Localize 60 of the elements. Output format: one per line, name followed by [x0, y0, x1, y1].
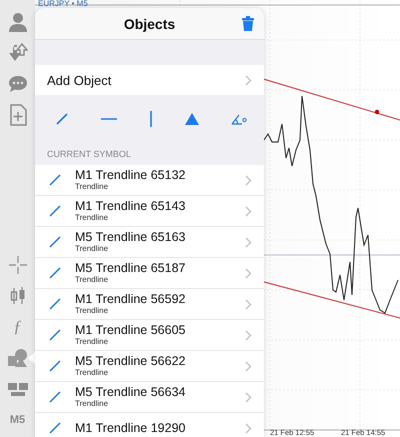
horizontal-line-tool-icon[interactable] — [101, 117, 117, 121]
object-list-item[interactable]: M5 Trendline 65187 Trendline — [35, 258, 264, 289]
chevron-icon — [245, 206, 252, 216]
object-list-item[interactable]: M1 Trendline 65143 Trendline — [35, 196, 264, 227]
object-type: Trendline — [75, 306, 110, 316]
object-name: M5 Trendline 65163 — [75, 230, 186, 244]
chevron-icon — [245, 330, 252, 340]
object-type: Trendline — [75, 244, 110, 254]
chevron-icon — [245, 268, 252, 278]
object-name: M1 Trendline 65143 — [75, 199, 186, 213]
object-type: Trendline — [75, 213, 110, 223]
trendline-icon — [49, 267, 61, 279]
object-type: Trendline — [75, 275, 110, 285]
shapes-icon[interactable] — [6, 348, 28, 368]
object-list-item[interactable]: M5 Trendline 65163 Trendline — [35, 227, 264, 258]
trendline-icon — [49, 329, 61, 341]
trendline-icon — [49, 174, 61, 186]
object-type: Trendline — [75, 337, 110, 347]
trendline-icon — [49, 298, 61, 310]
chevron-icon — [245, 422, 252, 434]
symbol-label: EURJPY • M5 — [38, 0, 88, 8]
chevron-icon — [245, 298, 252, 310]
chevron-icon — [245, 392, 252, 402]
object-list-item[interactable]: M1 Trendline 19290 — [35, 413, 264, 437]
chevron-icon — [245, 236, 252, 248]
trendline-icon — [49, 236, 61, 248]
object-name: M1 Trendline 56592 — [75, 292, 186, 306]
add-document-icon[interactable] — [8, 104, 28, 126]
object-name: M1 Trendline 19290 — [75, 421, 186, 435]
vertical-line-tool-icon[interactable] — [149, 111, 153, 127]
trendline-icon — [49, 360, 61, 372]
trendline-tool-icon[interactable] — [55, 112, 69, 126]
account-icon[interactable] — [6, 10, 28, 32]
object-type: Trendline — [75, 399, 110, 409]
arrows-icon[interactable] — [6, 42, 28, 64]
trendline-icon — [49, 391, 61, 403]
object-name: M5 Trendline 65187 — [75, 261, 186, 275]
object-list-item[interactable]: M5 Trendline 56634 Trendline — [35, 382, 264, 413]
trendline-icon — [49, 422, 61, 434]
object-list-item[interactable]: M1 Trendline 56605 Trendline — [35, 320, 264, 351]
object-name: M5 Trendline 56622 — [75, 354, 186, 368]
object-list-item[interactable]: M5 Trendline 56622 Trendline — [35, 351, 264, 382]
section-header: CURRENT SYMBOL — [47, 149, 131, 159]
chevron-icon — [245, 74, 252, 86]
object-list-item[interactable]: M1 Trendline 56592 Trendline — [35, 289, 264, 320]
object-type: Trendline — [75, 368, 110, 378]
triangle-tool-icon[interactable] — [185, 113, 199, 125]
crosshair-icon[interactable] — [8, 254, 28, 274]
angle-tool-icon[interactable] — [231, 113, 247, 125]
object-name: M1 Trendline 65132 — [75, 168, 186, 182]
object-list-item[interactable]: M1 Trendline 65132 Trendline — [35, 165, 264, 196]
trendline-icon — [49, 205, 61, 217]
object-type: Trendline — [75, 182, 110, 192]
chevron-icon — [245, 174, 252, 186]
object-name: M5 Trendline 56634 — [75, 385, 186, 399]
add-object-row[interactable]: Add Object — [35, 65, 264, 95]
trash-icon[interactable] — [242, 16, 254, 31]
panel-title: Objects — [124, 16, 176, 32]
chevron-icon — [245, 360, 252, 372]
object-name: M1 Trendline 56605 — [75, 323, 186, 337]
